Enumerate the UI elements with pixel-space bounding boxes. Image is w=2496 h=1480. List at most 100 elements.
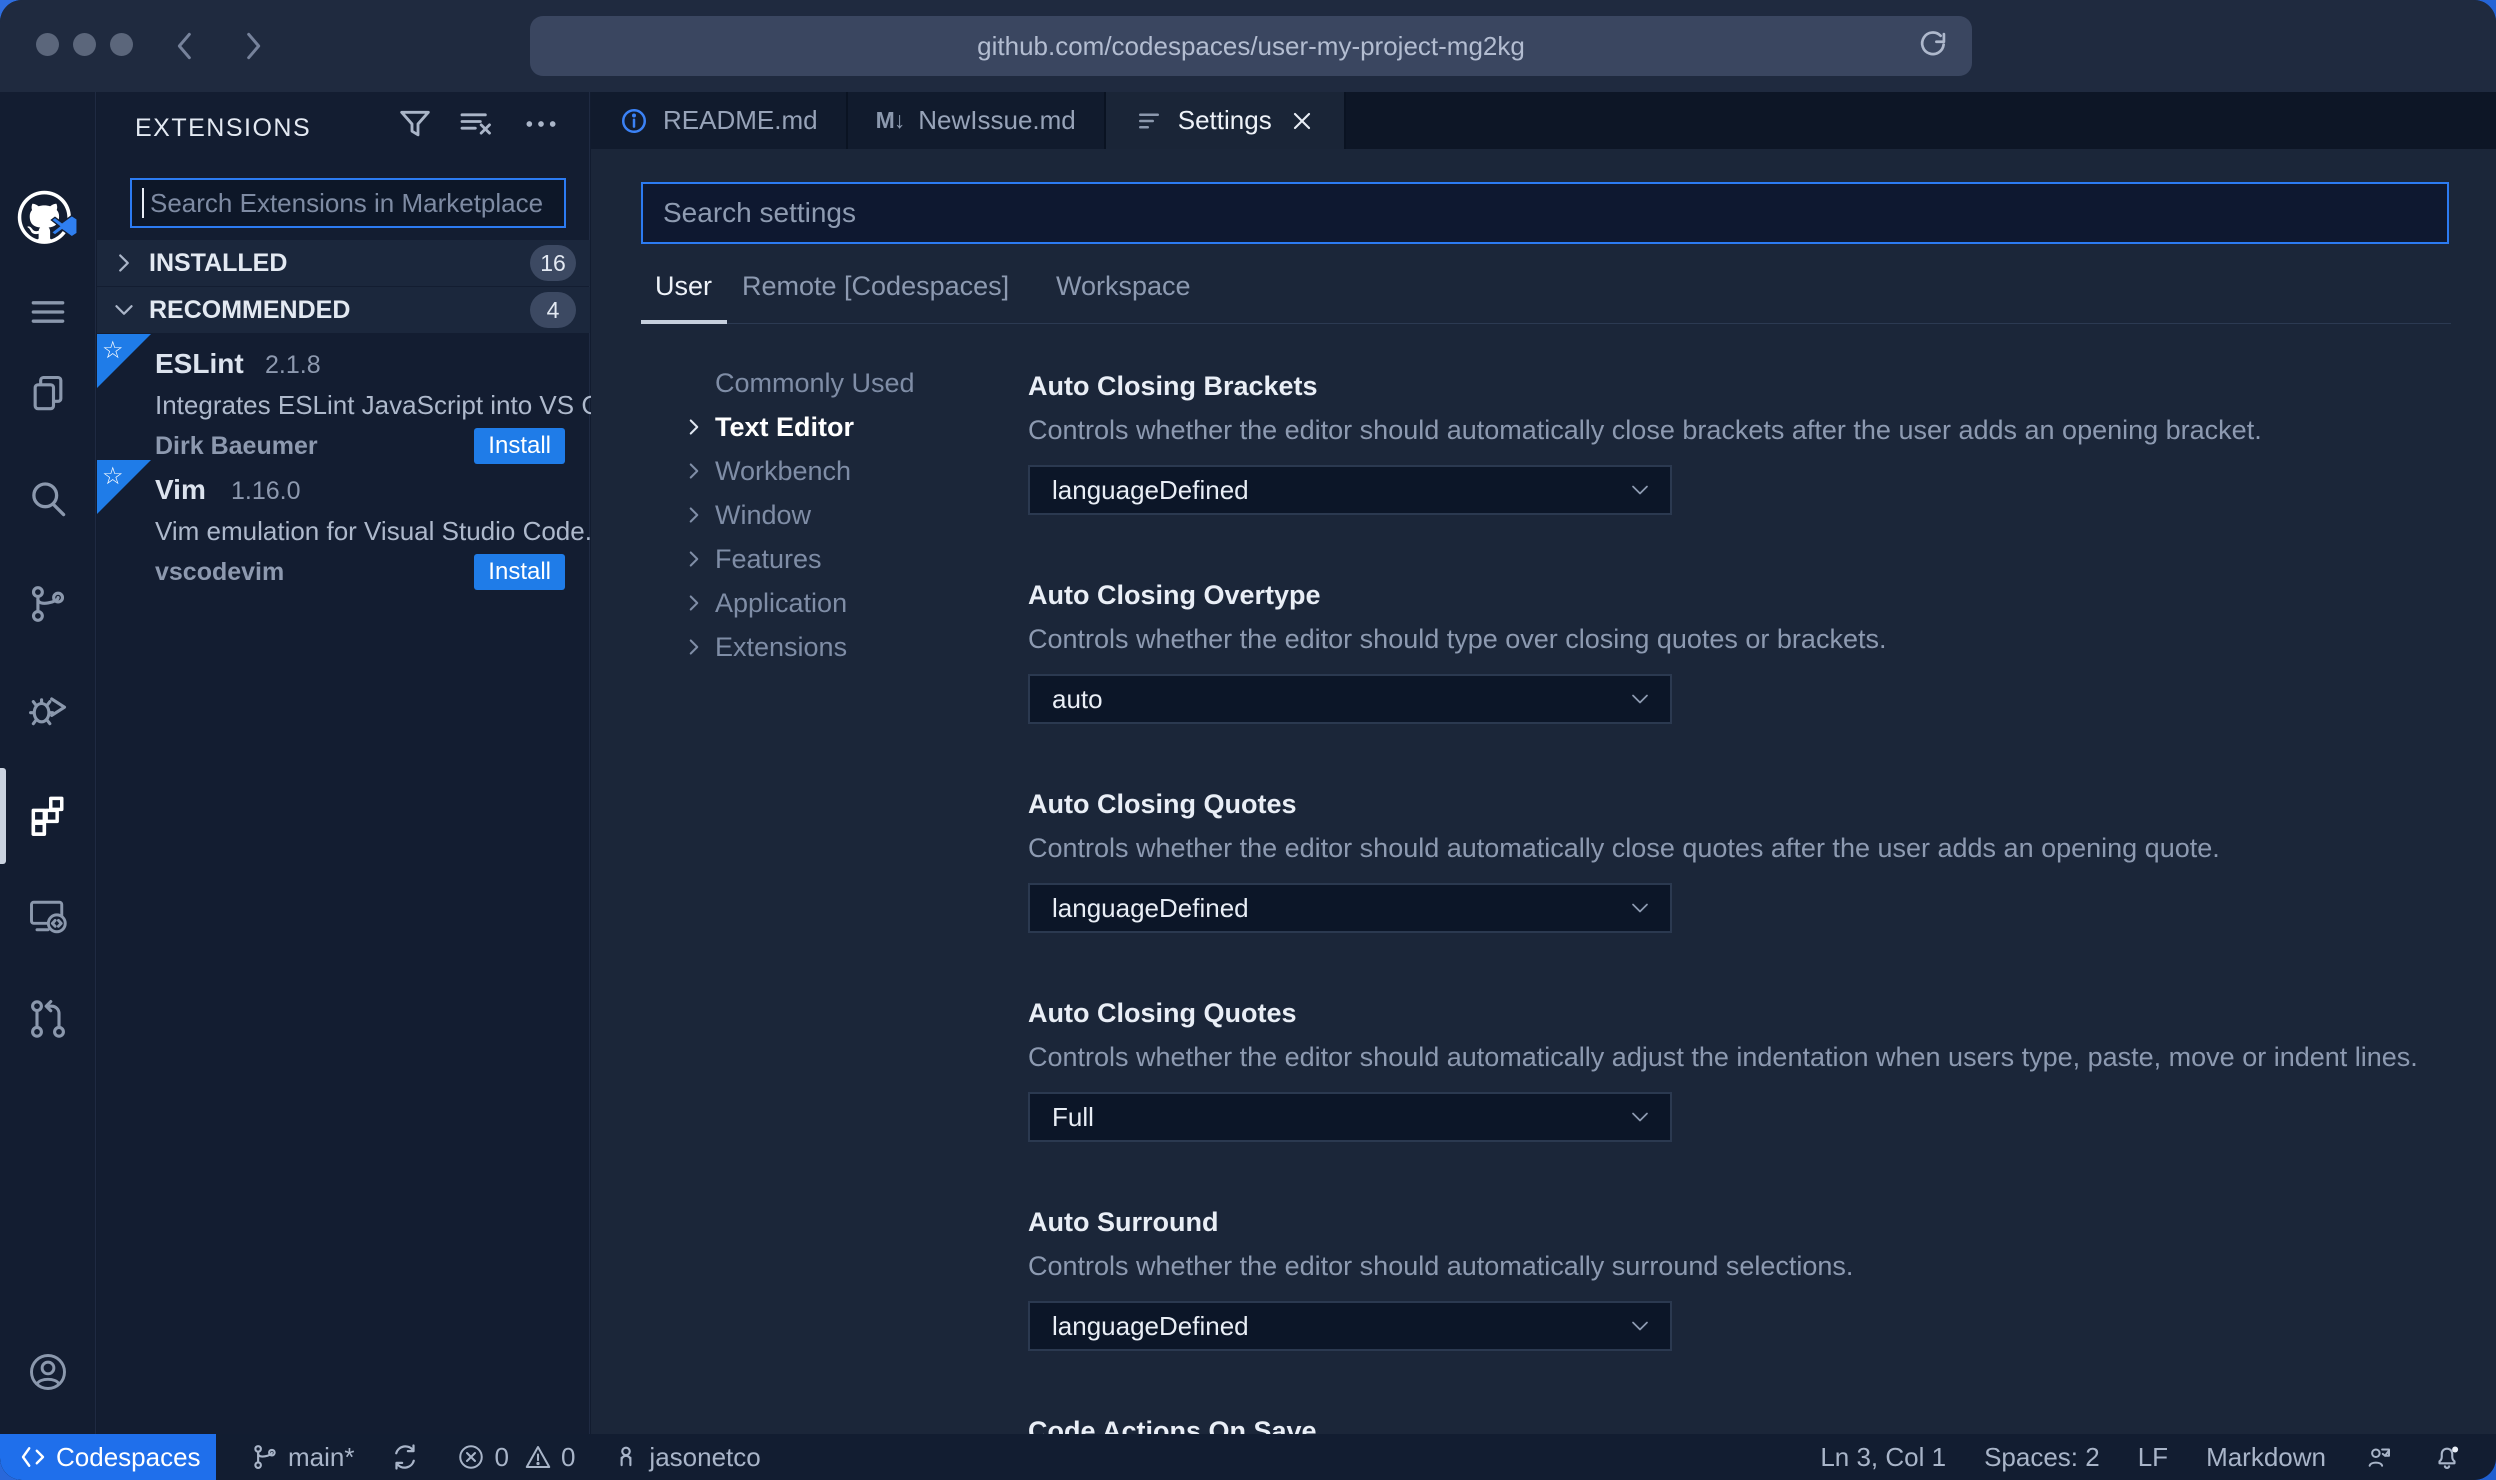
text-cursor (142, 188, 144, 218)
tree-item-extensions[interactable]: Extensions (681, 627, 847, 667)
extensions-sidebar: EXTENSIONS INSTALLED 16 (97, 92, 622, 1434)
tree-item-features[interactable]: Features (681, 539, 822, 579)
setting-auto-indent: Auto Closing Quotes Controls whether the… (1028, 998, 2496, 1142)
extension-name: Vim (155, 474, 206, 505)
extension-item-vim[interactable]: ☆ Vim 1.16.0 Vim emulation for Visual St… (97, 460, 606, 590)
language-mode[interactable]: Markdown (2206, 1442, 2326, 1473)
close-tab-icon[interactable] (1288, 107, 1316, 135)
error-count: 0 (494, 1441, 509, 1472)
filter-icon[interactable] (395, 104, 435, 144)
recommended-ribbon: ☆ (97, 334, 151, 388)
tab-newissue[interactable]: M↓ NewIssue.md (847, 92, 1106, 149)
setting-dropdown[interactable]: languageDefined (1028, 465, 1672, 515)
eol-sequence[interactable]: LF (2138, 1442, 2168, 1473)
setting-auto-surround: Auto Surround Controls whether the edito… (1028, 1207, 2496, 1351)
window-zoom-button[interactable] (110, 33, 133, 56)
chevron-right-icon (109, 248, 139, 278)
remote-explorer-icon[interactable] (26, 894, 70, 938)
extension-version: 1.16.0 (231, 477, 301, 505)
tree-item-window[interactable]: Window (681, 495, 811, 535)
star-icon: ☆ (102, 463, 124, 490)
tab-settings[interactable]: Settings (1105, 92, 1346, 149)
tree-item-text-editor[interactable]: Text Editor (681, 407, 854, 447)
section-recommended[interactable]: RECOMMENDED 4 (97, 287, 590, 333)
setting-description: Controls whether the editor should type … (1028, 624, 1887, 654)
reload-icon[interactable] (1916, 29, 1950, 63)
codespaces-label: Codespaces (56, 1441, 201, 1472)
window-minimize-button[interactable] (73, 33, 96, 56)
status-bar: Codespaces main* 0 0 jasonetco Ln 3, Col (0, 1434, 2496, 1480)
sidebar-title: EXTENSIONS (135, 114, 312, 142)
editor-area: README.md M↓ NewIssue.md Settings Search… (591, 92, 2496, 1446)
forward-icon[interactable] (232, 26, 272, 66)
codespaces-remote-indicator[interactable]: Codespaces (0, 1434, 216, 1480)
problems-indicator[interactable]: 0 0 (456, 1442, 575, 1473)
branch-indicator[interactable]: main* (250, 1442, 354, 1473)
chevron-right-icon (681, 502, 707, 528)
setting-title: Auto Closing Brackets (1028, 371, 1318, 401)
sync-indicator[interactable] (390, 1442, 420, 1472)
tab-label: README.md (663, 105, 818, 135)
scope-tab-workspace[interactable]: Workspace (1056, 271, 1191, 302)
dropdown-value: languageDefined (1052, 892, 1249, 923)
setting-description: Controls whether the editor should autom… (1028, 833, 2220, 863)
address-bar[interactable]: github.com/codespaces/user-my-project-mg… (530, 16, 1972, 76)
extensions-search-box[interactable] (130, 178, 566, 228)
tree-item-commonly-used[interactable]: Commonly Used (681, 363, 915, 403)
section-installed[interactable]: INSTALLED 16 (97, 240, 590, 286)
explorer-icon[interactable] (26, 372, 70, 416)
chevron-down-icon (1626, 894, 1654, 922)
menu-icon[interactable] (26, 290, 70, 334)
setting-dropdown[interactable]: Full (1028, 1092, 1672, 1142)
section-label: INSTALLED (149, 248, 288, 277)
activity-bar (0, 92, 96, 1480)
remote-icon (18, 1442, 48, 1472)
markdown-icon: M↓ (875, 107, 906, 133)
setting-auto-closing-brackets: Auto Closing Brackets Controls whether t… (1028, 371, 2496, 515)
chevron-right-icon (681, 458, 707, 484)
setting-title: Auto Closing Overtype (1028, 580, 1321, 610)
feedback-icon[interactable] (2364, 1442, 2394, 1472)
dropdown-value: languageDefined (1052, 1310, 1249, 1341)
cursor-position[interactable]: Ln 3, Col 1 (1820, 1442, 1946, 1473)
tab-readme[interactable]: README.md (591, 92, 848, 149)
user-indicator[interactable]: jasonetco (611, 1442, 761, 1473)
chevron-right-icon (681, 414, 707, 440)
more-actions-icon[interactable] (521, 104, 561, 144)
search-icon[interactable] (26, 477, 70, 521)
scope-tab-remote[interactable]: Remote [Codespaces] (742, 271, 1009, 302)
pull-requests-icon[interactable] (26, 997, 70, 1041)
tab-strip: README.md M↓ NewIssue.md Settings (591, 92, 2496, 149)
run-debug-icon[interactable] (26, 687, 70, 731)
tab-label: NewIssue.md (918, 105, 1076, 135)
install-button[interactable]: Install (474, 428, 565, 464)
warning-count: 0 (560, 1441, 576, 1472)
install-button[interactable]: Install (474, 554, 565, 590)
scope-tab-user[interactable]: User (655, 271, 712, 302)
setting-dropdown[interactable]: auto (1028, 674, 1672, 724)
window-close-button[interactable] (36, 33, 59, 56)
account-icon[interactable] (26, 1350, 70, 1394)
notifications-bell-icon[interactable] (2432, 1442, 2462, 1472)
chevron-down-icon (1626, 685, 1654, 713)
tree-item-workbench[interactable]: Workbench (681, 451, 851, 491)
extension-item-eslint[interactable]: ☆ ESLint 2.1.8 Integrates ESLint JavaScr… (97, 334, 622, 464)
clear-extension-search-icon[interactable] (457, 104, 497, 144)
back-icon[interactable] (166, 26, 206, 66)
indentation[interactable]: Spaces: 2 (1984, 1442, 2100, 1473)
extensions-icon[interactable] (26, 792, 70, 836)
settings-search-box[interactable] (641, 182, 2449, 244)
browser-chrome: github.com/codespaces/user-my-project-mg… (0, 0, 2496, 92)
extensions-search-input[interactable] (132, 180, 564, 226)
settings-editor-icon (1134, 106, 1164, 136)
tree-item-application[interactable]: Application (681, 583, 847, 623)
setting-dropdown[interactable]: languageDefined (1028, 1301, 1672, 1351)
address-bar-url: github.com/codespaces/user-my-project-mg… (977, 30, 1525, 61)
setting-dropdown[interactable]: languageDefined (1028, 883, 1672, 933)
active-scope-underline (641, 320, 727, 324)
screenshot-stage: github.com/codespaces/user-my-project-mg… (0, 0, 2496, 1480)
setting-auto-closing-overtype: Auto Closing Overtype Controls whether t… (1028, 580, 2496, 724)
source-control-icon[interactable] (26, 582, 70, 626)
settings-search-input[interactable] (643, 184, 2447, 242)
setting-description: Controls whether the editor should autom… (1028, 1251, 1854, 1281)
